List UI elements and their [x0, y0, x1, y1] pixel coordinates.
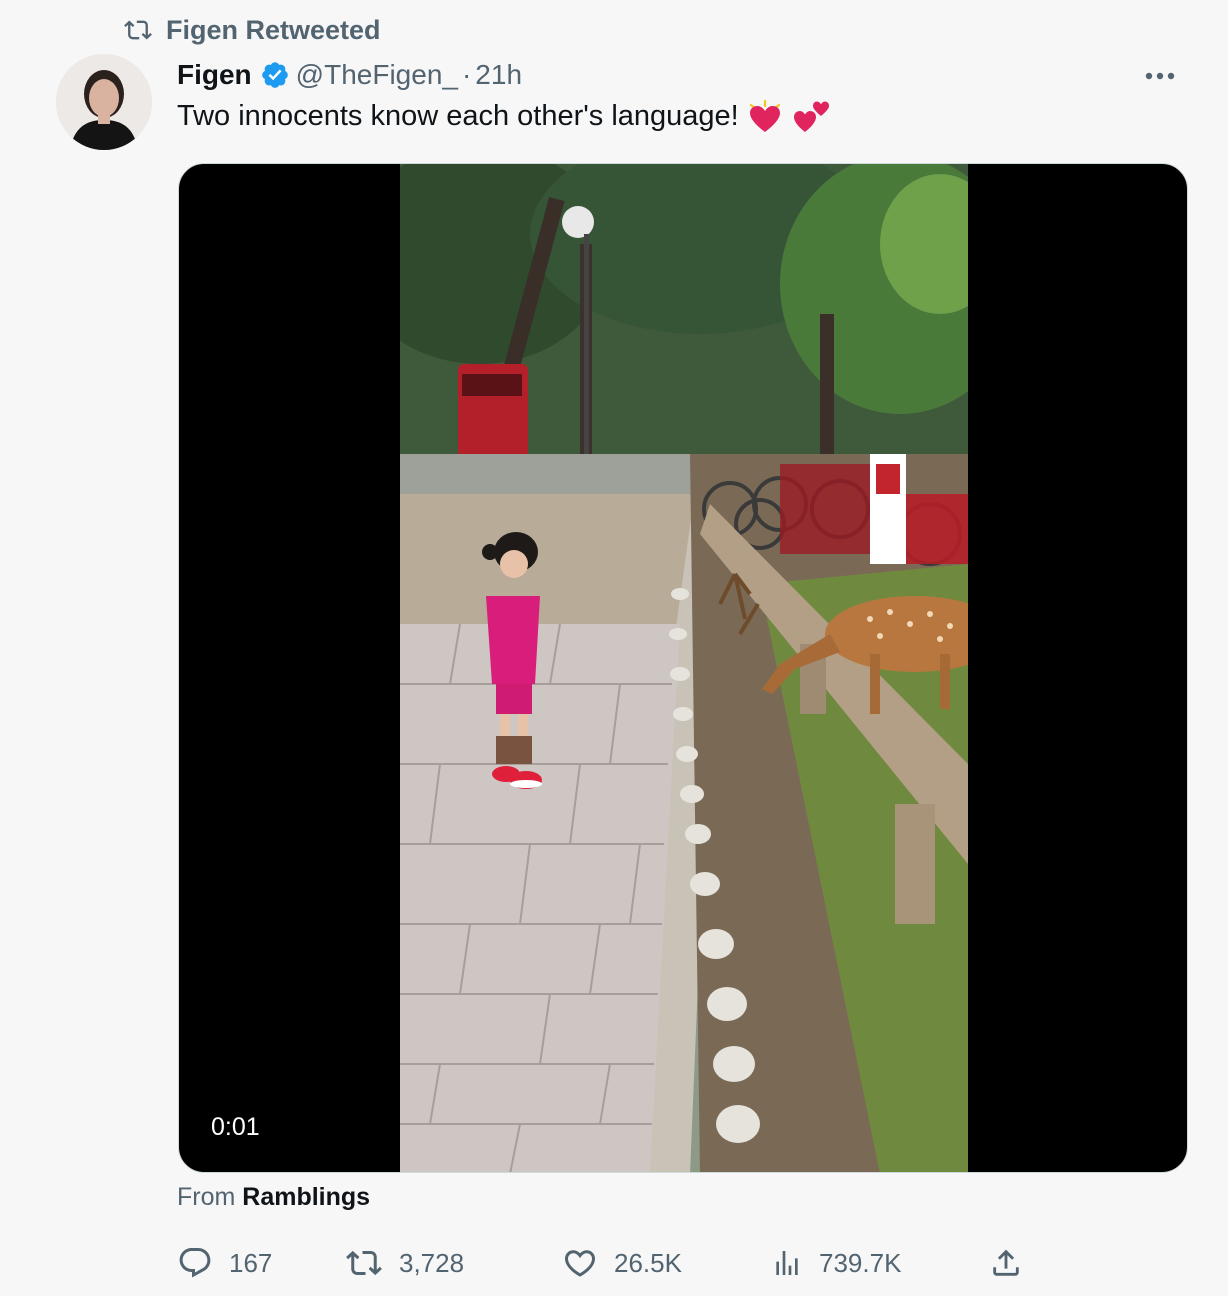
tweet-text: Two innocents know each other's language…: [177, 98, 831, 134]
retweet-button[interactable]: 3,728: [345, 1240, 464, 1286]
views-icon: [771, 1245, 803, 1281]
video-timecode: 0:01: [201, 1109, 270, 1146]
more-icon[interactable]: [1138, 58, 1182, 94]
reply-icon: [177, 1245, 213, 1281]
retweet-header: Figen Retweeted: [120, 12, 381, 48]
retweet-label[interactable]: Figen Retweeted: [166, 15, 381, 46]
like-count: 26.5K: [614, 1247, 682, 1278]
author-handle[interactable]: @TheFigen_: [296, 59, 458, 91]
retweet-icon: [120, 12, 156, 48]
separator-dot: ·: [461, 59, 472, 90]
avatar[interactable]: [56, 54, 152, 150]
timestamp[interactable]: 21h: [475, 59, 522, 91]
beating-heart-icon: [747, 99, 783, 133]
action-bar: 167 3,728 26.5K 739.7K: [177, 1240, 1037, 1286]
source-link[interactable]: Ramblings: [242, 1183, 370, 1211]
retweet-count: 3,728: [399, 1247, 465, 1278]
source-attribution: From Ramblings: [177, 1183, 370, 1212]
like-button[interactable]: 26.5K: [562, 1240, 682, 1286]
verified-badge-icon: [260, 60, 290, 90]
views-button[interactable]: 739.7K: [771, 1240, 901, 1286]
two-hearts-icon: [791, 98, 831, 134]
share-button[interactable]: [989, 1240, 1023, 1286]
reply-button[interactable]: 167: [177, 1240, 272, 1286]
like-icon: [562, 1245, 598, 1281]
tweet-text-content: Two innocents know each other's language…: [177, 99, 739, 132]
views-count: 739.7K: [819, 1247, 902, 1278]
tweet-card[interactable]: Figen Retweeted Figen @TheFigen_ · 21h T…: [12, 0, 1210, 1296]
reply-count: 167: [229, 1247, 273, 1278]
video-frame: [400, 164, 968, 1172]
author-name[interactable]: Figen: [177, 59, 252, 91]
share-icon: [989, 1245, 1023, 1281]
source-prefix: From: [177, 1183, 236, 1211]
tweet-header: Figen @TheFigen_ · 21h: [177, 56, 522, 94]
retweet-action-icon: [345, 1245, 383, 1281]
video-player[interactable]: 0:01: [178, 163, 1188, 1173]
